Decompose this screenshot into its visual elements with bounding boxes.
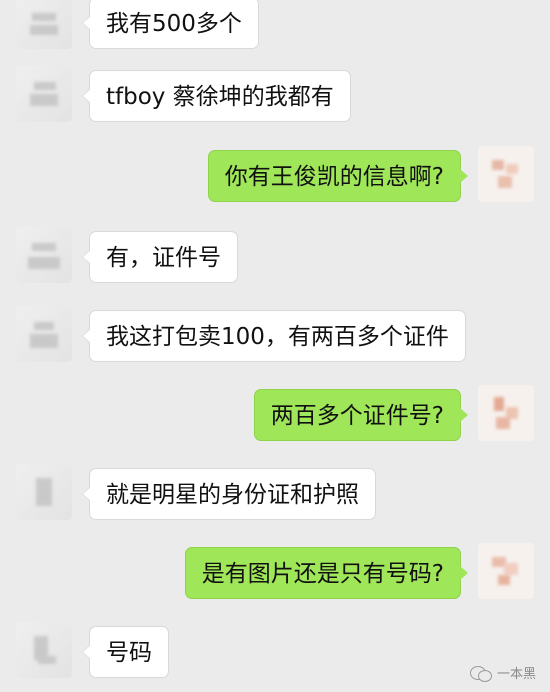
- message-bubble[interactable]: 号码: [82, 626, 169, 678]
- contact-avatar[interactable]: [16, 0, 72, 49]
- chat-message-outgoing: 你有王俊凯的信息啊?: [0, 146, 550, 210]
- message-bubble[interactable]: 有，证件号: [82, 231, 238, 283]
- message-bubble[interactable]: 我这打包卖100，有两百多个证件: [82, 310, 466, 362]
- watermark: 一本黑: [469, 663, 536, 682]
- watermark-label: 一本黑: [496, 667, 536, 682]
- chat-message-incoming: 我有500多个: [0, 0, 550, 57]
- chat-message-outgoing: 是有图片还是只有号码?: [0, 543, 550, 607]
- contact-avatar[interactable]: [16, 66, 72, 122]
- chat-message-list: 我有500多个 tfboy 蔡徐坤的我都有 你有王俊凯的信息啊? 有，证件号 我…: [0, 0, 550, 692]
- self-avatar[interactable]: [478, 543, 534, 599]
- contact-avatar[interactable]: [16, 227, 72, 283]
- chat-message-incoming: tfboy 蔡徐坤的我都有: [0, 66, 550, 130]
- message-bubble[interactable]: tfboy 蔡徐坤的我都有: [82, 70, 351, 122]
- contact-avatar[interactable]: [16, 622, 72, 678]
- chat-message-incoming: 就是明星的身份证和护照: [0, 464, 550, 528]
- self-avatar[interactable]: [478, 146, 534, 202]
- contact-avatar[interactable]: [16, 306, 72, 362]
- chat-message-incoming: 我这打包卖100，有两百多个证件: [0, 306, 550, 370]
- chat-message-incoming: 号码: [0, 622, 550, 686]
- self-avatar[interactable]: [478, 385, 534, 441]
- message-bubble[interactable]: 是有图片还是只有号码?: [184, 547, 469, 599]
- message-bubble[interactable]: 你有王俊凯的信息啊?: [207, 150, 469, 202]
- chat-message-incoming: 有，证件号: [0, 227, 550, 291]
- message-bubble[interactable]: 我有500多个: [82, 0, 259, 49]
- contact-avatar[interactable]: [16, 464, 72, 520]
- chat-message-outgoing: 两百多个证件号?: [0, 385, 550, 449]
- message-bubble[interactable]: 就是明星的身份证和护照: [82, 468, 376, 520]
- message-bubble[interactable]: 两百多个证件号?: [253, 389, 469, 441]
- wechat-icon: [469, 664, 492, 682]
